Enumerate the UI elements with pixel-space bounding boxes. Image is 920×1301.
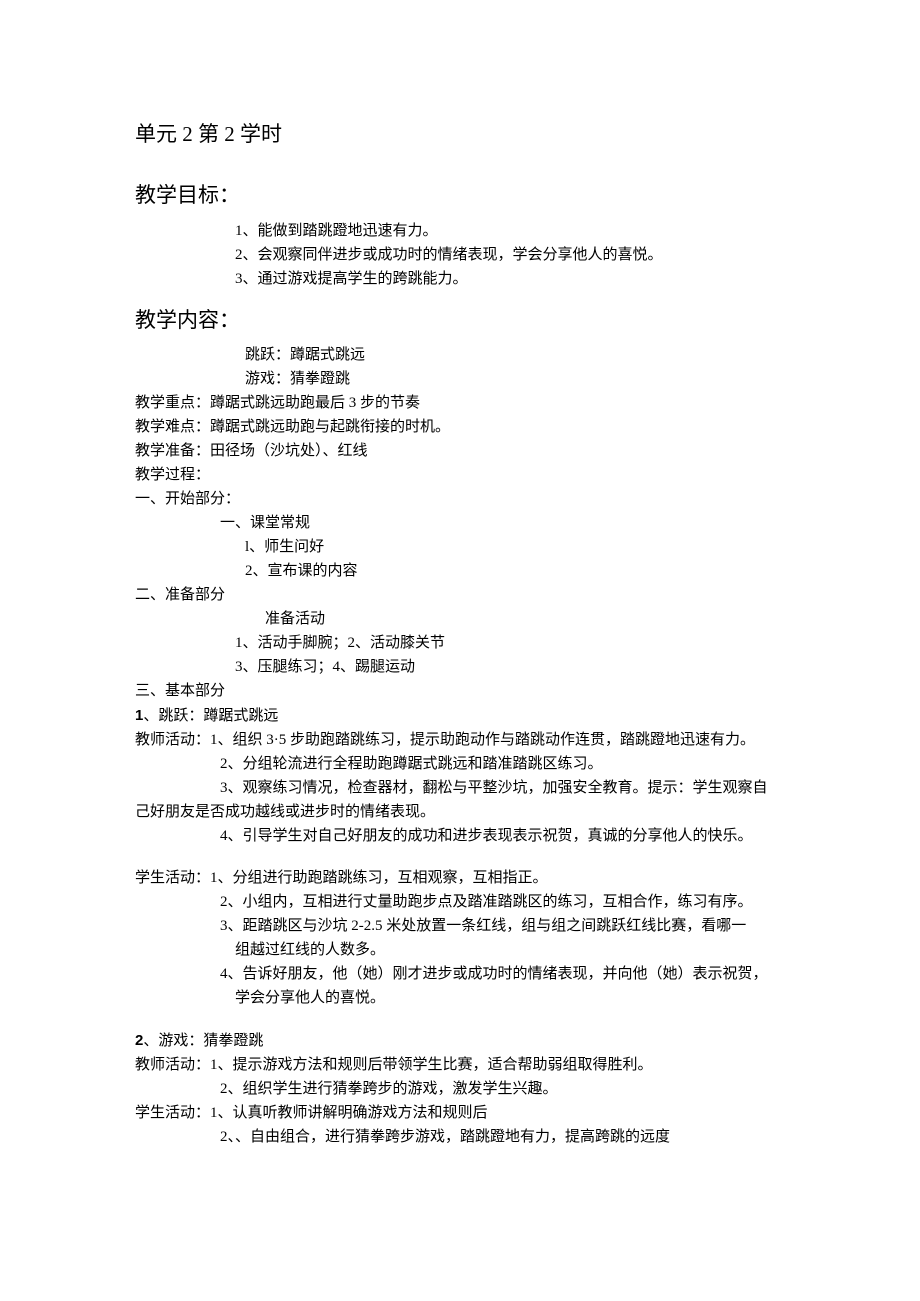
key-point-text: 蹲踞式跳远助跑最后 3 步的节奏	[210, 395, 420, 411]
student-continuation: 组越过红线的人数多。	[235, 940, 785, 961]
teacher-item: 2、分组轮流进行全程助跑蹲踞式跳远和踏准踏跳区练习。	[220, 754, 785, 775]
part2-item: 1、活动手脚腕；2、活动膝关节	[235, 633, 785, 654]
difficulty-text: 蹲踞式跳远助跑与起跳衔接的时机。	[210, 419, 450, 435]
objectives-heading: 教学目标：	[135, 181, 785, 210]
student-label: 学生活动：	[135, 870, 210, 886]
activity2-title-text: 、游戏：猜拳蹬跳	[143, 1033, 263, 1049]
difficulty-label: 教学难点：	[135, 419, 210, 435]
teacher-item: 3、观察练习情况，检查器材，翻松与平整沙坑，加强安全教育。提示：学生观察自	[220, 778, 785, 799]
content-intro: 游戏：猜拳蹬跳	[245, 369, 785, 390]
key-point-row: 教学重点：蹲踞式跳远助跑最后 3 步的节奏	[135, 393, 785, 414]
part1-item: l、师生问好	[245, 537, 785, 558]
part1-subheading: 一、课堂常规	[220, 513, 785, 534]
part3-heading: 三、基本部分	[135, 681, 785, 702]
student-label: 学生活动：	[135, 1105, 210, 1121]
content-intro: 跳跃：蹲踞式跳远	[245, 345, 785, 366]
part1-item: 2、宣布课的内容	[245, 561, 785, 582]
student-item: 2、小组内，互相进行丈量助跑步点及踏准踏跳区的练习，互相合作，练习有序。	[220, 892, 785, 913]
content-heading: 教学内容：	[135, 306, 785, 335]
activity2-title: 2、游戏：猜拳蹬跳	[135, 1030, 785, 1052]
student-first: 1、分组进行助跑踏跳练习，互相观察，互相指正。	[210, 870, 548, 886]
part2-heading: 二、准备部分	[135, 585, 785, 606]
activity1-teacher-row: 教师活动：1、组织 3·5 步助跑踏跳练习，提示助跑动作与踏跳动作连贯，踏跳蹬地…	[135, 730, 785, 751]
part2-subheading: 准备活动	[265, 609, 785, 630]
activity1-title: 1、跳跃：蹲踞式跳远	[135, 705, 785, 727]
teacher-continuation: 己好朋友是否成功越线或进步时的情绪表现。	[135, 802, 785, 823]
activity2-student-row: 学生活动：1、认真听教师讲解明确游戏方法和规则后	[135, 1103, 785, 1124]
student-item: 4、告诉好朋友，他（她）刚才进步或成功时的情绪表现，并向他（她）表示祝贺，	[220, 964, 785, 985]
preparation-text: 田径场（沙坑处）、红线	[210, 443, 368, 459]
activity2-teacher-row: 教师活动：1、提示游戏方法和规则后带领学生比赛，适合帮助弱组取得胜利。	[135, 1055, 785, 1076]
objective-item: 3、通过游戏提高学生的跨跳能力。	[235, 269, 785, 290]
student-item: 3、距踏跳区与沙坑 2-2.5 米处放置一条红线，组与组之间跳跃红线比赛，看哪一	[220, 916, 785, 937]
teacher-label: 教师活动	[135, 732, 195, 748]
part1-heading: 一、开始部分：	[135, 489, 785, 510]
student-continuation: 学会分享他人的喜悦。	[235, 988, 785, 1009]
lesson-title: 单元 2 第 2 学时	[135, 120, 785, 149]
teacher-label: 教师活动：	[135, 1057, 210, 1073]
teacher-item: 4、引导学生对自己好朋友的成功和进步表现表示祝贺，真诚的分享他人的快乐。	[220, 826, 785, 847]
objective-item: 1、能做到踏跳蹬地迅速有力。	[235, 221, 785, 242]
preparation-label: 教学准备：	[135, 443, 210, 459]
part2-item: 3、压腿练习；4、踢腿运动	[235, 657, 785, 678]
objective-item: 2、会观察同伴进步或成功时的情绪表现，学会分享他人的喜悦。	[235, 245, 785, 266]
difficulty-row: 教学难点：蹲踞式跳远助跑与起跳衔接的时机。	[135, 417, 785, 438]
student-item: 2、、自由组合，进行猜拳跨步游戏，踏跳蹬地有力，提高跨跳的远度	[220, 1127, 785, 1148]
student-first: 1、认真听教师讲解明确游戏方法和规则后	[210, 1105, 488, 1121]
process-label: 教学过程：	[135, 465, 785, 486]
teacher-item: 2、组织学生进行猜拳跨步的游戏，激发学生兴趣。	[220, 1079, 785, 1100]
activity1-title-text: 、跳跃：蹲踞式跳远	[143, 708, 278, 724]
preparation-row: 教学准备：田径场（沙坑处）、红线	[135, 441, 785, 462]
teacher-first: ：1、组织 3·5 步助跑踏跳练习，提示助跑动作与踏跳动作连贯，踏跳蹬地迅速有力…	[195, 732, 755, 748]
teacher-first: 1、提示游戏方法和规则后带领学生比赛，适合帮助弱组取得胜利。	[210, 1057, 653, 1073]
activity1-student-row: 学生活动：1、分组进行助跑踏跳练习，互相观察，互相指正。	[135, 868, 785, 889]
key-point-label: 教学重点：	[135, 395, 210, 411]
